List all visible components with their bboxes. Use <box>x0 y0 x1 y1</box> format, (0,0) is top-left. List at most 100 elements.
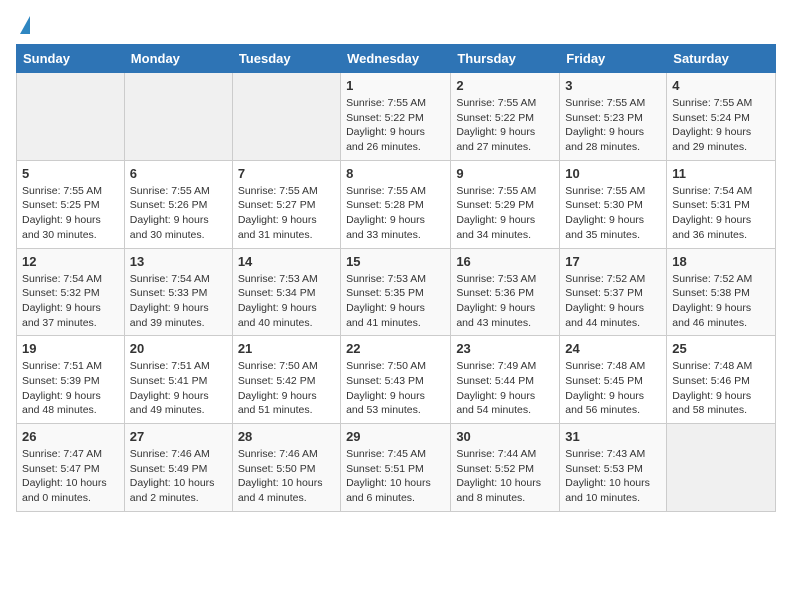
day-number: 19 <box>22 341 119 356</box>
day-number: 6 <box>130 166 227 181</box>
weekday-header-thursday: Thursday <box>451 45 560 73</box>
day-info: Sunrise: 7:55 AM Sunset: 5:23 PM Dayligh… <box>565 96 661 155</box>
calendar-cell: 8 Sunrise: 7:55 AM Sunset: 5:28 PM Daylig… <box>341 160 451 248</box>
day-number: 9 <box>456 166 554 181</box>
day-number: 1 <box>346 78 445 93</box>
calendar-cell: 24Sunrise: 7:48 AM Sunset: 5:45 PM Dayli… <box>560 336 667 424</box>
calendar-cell: 25 Sunrise: 7:48 AM Sunset: 5:46 PM Dayli… <box>667 336 776 424</box>
calendar-cell <box>17 73 125 161</box>
weekday-header-tuesday: Tuesday <box>232 45 340 73</box>
calendar-cell: 2 Sunrise: 7:55 AM Sunset: 5:22 PM Daylig… <box>451 73 560 161</box>
logo <box>16 16 30 34</box>
day-info: Sunrise: 7:55 AM Sunset: 5:25 PM Dayligh… <box>22 184 119 243</box>
weekday-header-wednesday: Wednesday <box>341 45 451 73</box>
calendar-cell: 12 Sunrise: 7:54 AM Sunset: 5:32 PM Dayli… <box>17 248 125 336</box>
day-number: 23 <box>456 341 554 356</box>
calendar-week-row: 5 Sunrise: 7:55 AM Sunset: 5:25 PM Daylig… <box>17 160 776 248</box>
day-info: Sunrise: 7:53 AM Sunset: 5:36 PM Dayligh… <box>456 272 554 331</box>
day-info: Sunrise: 7:48 AM Sunset: 5:46 PM Dayligh… <box>672 359 770 418</box>
day-info: Sunrise: 7:55 AM Sunset: 5:27 PM Dayligh… <box>238 184 335 243</box>
day-number: 17 <box>565 254 661 269</box>
day-info: Sunrise: 7:48 AM Sunset: 5:45 PM Dayligh… <box>565 359 661 418</box>
day-info: Sunrise: 7:52 AM Sunset: 5:37 PM Dayligh… <box>565 272 661 331</box>
day-info: Sunrise: 7:55 AM Sunset: 5:24 PM Dayligh… <box>672 96 770 155</box>
calendar-cell <box>232 73 340 161</box>
calendar-cell <box>124 73 232 161</box>
day-number: 8 <box>346 166 445 181</box>
day-number: 28 <box>238 429 335 444</box>
day-info: Sunrise: 7:53 AM Sunset: 5:34 PM Dayligh… <box>238 272 335 331</box>
calendar-cell: 26Sunrise: 7:47 AM Sunset: 5:47 PM Dayli… <box>17 424 125 512</box>
day-info: Sunrise: 7:54 AM Sunset: 5:32 PM Dayligh… <box>22 272 119 331</box>
calendar-cell: 18 Sunrise: 7:52 AM Sunset: 5:38 PM Dayli… <box>667 248 776 336</box>
day-number: 11 <box>672 166 770 181</box>
calendar-cell: 29 Sunrise: 7:45 AM Sunset: 5:51 PM Dayli… <box>341 424 451 512</box>
day-number: 13 <box>130 254 227 269</box>
day-number: 12 <box>22 254 119 269</box>
day-number: 18 <box>672 254 770 269</box>
day-number: 22 <box>346 341 445 356</box>
calendar-cell: 10Sunrise: 7:55 AM Sunset: 5:30 PM Dayli… <box>560 160 667 248</box>
calendar-cell: 16 Sunrise: 7:53 AM Sunset: 5:36 PM Dayli… <box>451 248 560 336</box>
day-info: Sunrise: 7:55 AM Sunset: 5:29 PM Dayligh… <box>456 184 554 243</box>
calendar-cell: 17 Sunrise: 7:52 AM Sunset: 5:37 PM Dayli… <box>560 248 667 336</box>
calendar-week-row: 12 Sunrise: 7:54 AM Sunset: 5:32 PM Dayli… <box>17 248 776 336</box>
calendar-cell: 9 Sunrise: 7:55 AM Sunset: 5:29 PM Daylig… <box>451 160 560 248</box>
day-info: Sunrise: 7:49 AM Sunset: 5:44 PM Dayligh… <box>456 359 554 418</box>
calendar-cell: 23 Sunrise: 7:49 AM Sunset: 5:44 PM Dayli… <box>451 336 560 424</box>
day-number: 25 <box>672 341 770 356</box>
calendar-cell: 15Sunrise: 7:53 AM Sunset: 5:35 PM Dayli… <box>341 248 451 336</box>
day-number: 27 <box>130 429 227 444</box>
day-info: Sunrise: 7:55 AM Sunset: 5:26 PM Dayligh… <box>130 184 227 243</box>
day-info: Sunrise: 7:54 AM Sunset: 5:33 PM Dayligh… <box>130 272 227 331</box>
day-number: 10 <box>565 166 661 181</box>
day-info: Sunrise: 7:52 AM Sunset: 5:38 PM Dayligh… <box>672 272 770 331</box>
calendar-cell: 14 Sunrise: 7:53 AM Sunset: 5:34 PM Dayli… <box>232 248 340 336</box>
calendar-cell: 1 Sunrise: 7:55 AM Sunset: 5:22 PM Daylig… <box>341 73 451 161</box>
calendar-cell: 11 Sunrise: 7:54 AM Sunset: 5:31 PM Dayli… <box>667 160 776 248</box>
calendar-cell: 28 Sunrise: 7:46 AM Sunset: 5:50 PM Dayli… <box>232 424 340 512</box>
day-info: Sunrise: 7:55 AM Sunset: 5:22 PM Dayligh… <box>346 96 445 155</box>
day-info: Sunrise: 7:45 AM Sunset: 5:51 PM Dayligh… <box>346 447 445 506</box>
weekday-header-saturday: Saturday <box>667 45 776 73</box>
day-info: Sunrise: 7:44 AM Sunset: 5:52 PM Dayligh… <box>456 447 554 506</box>
weekday-header-sunday: Sunday <box>17 45 125 73</box>
calendar-table: SundayMondayTuesdayWednesdayThursdayFrid… <box>16 44 776 512</box>
day-info: Sunrise: 7:55 AM Sunset: 5:28 PM Dayligh… <box>346 184 445 243</box>
calendar-cell: 3Sunrise: 7:55 AM Sunset: 5:23 PM Daylig… <box>560 73 667 161</box>
calendar-cell: 19 Sunrise: 7:51 AM Sunset: 5:39 PM Dayli… <box>17 336 125 424</box>
day-number: 21 <box>238 341 335 356</box>
day-number: 4 <box>672 78 770 93</box>
day-info: Sunrise: 7:55 AM Sunset: 5:22 PM Dayligh… <box>456 96 554 155</box>
calendar-header-row: SundayMondayTuesdayWednesdayThursdayFrid… <box>17 45 776 73</box>
day-number: 14 <box>238 254 335 269</box>
calendar-week-row: 26Sunrise: 7:47 AM Sunset: 5:47 PM Dayli… <box>17 424 776 512</box>
day-info: Sunrise: 7:51 AM Sunset: 5:39 PM Dayligh… <box>22 359 119 418</box>
page-header <box>16 16 776 34</box>
day-number: 2 <box>456 78 554 93</box>
day-info: Sunrise: 7:53 AM Sunset: 5:35 PM Dayligh… <box>346 272 445 331</box>
day-info: Sunrise: 7:54 AM Sunset: 5:31 PM Dayligh… <box>672 184 770 243</box>
day-number: 20 <box>130 341 227 356</box>
day-info: Sunrise: 7:47 AM Sunset: 5:47 PM Dayligh… <box>22 447 119 506</box>
day-info: Sunrise: 7:46 AM Sunset: 5:49 PM Dayligh… <box>130 447 227 506</box>
day-number: 7 <box>238 166 335 181</box>
day-info: Sunrise: 7:50 AM Sunset: 5:43 PM Dayligh… <box>346 359 445 418</box>
day-info: Sunrise: 7:50 AM Sunset: 5:42 PM Dayligh… <box>238 359 335 418</box>
calendar-cell: 13 Sunrise: 7:54 AM Sunset: 5:33 PM Dayli… <box>124 248 232 336</box>
calendar-cell: 22 Sunrise: 7:50 AM Sunset: 5:43 PM Dayli… <box>341 336 451 424</box>
day-info: Sunrise: 7:51 AM Sunset: 5:41 PM Dayligh… <box>130 359 227 418</box>
day-info: Sunrise: 7:43 AM Sunset: 5:53 PM Dayligh… <box>565 447 661 506</box>
day-number: 31 <box>565 429 661 444</box>
calendar-cell <box>667 424 776 512</box>
calendar-cell: 27 Sunrise: 7:46 AM Sunset: 5:49 PM Dayli… <box>124 424 232 512</box>
day-number: 29 <box>346 429 445 444</box>
calendar-cell: 5 Sunrise: 7:55 AM Sunset: 5:25 PM Daylig… <box>17 160 125 248</box>
calendar-week-row: 1 Sunrise: 7:55 AM Sunset: 5:22 PM Daylig… <box>17 73 776 161</box>
calendar-cell: 21 Sunrise: 7:50 AM Sunset: 5:42 PM Dayli… <box>232 336 340 424</box>
day-info: Sunrise: 7:46 AM Sunset: 5:50 PM Dayligh… <box>238 447 335 506</box>
calendar-week-row: 19 Sunrise: 7:51 AM Sunset: 5:39 PM Dayli… <box>17 336 776 424</box>
day-number: 5 <box>22 166 119 181</box>
calendar-cell: 4 Sunrise: 7:55 AM Sunset: 5:24 PM Daylig… <box>667 73 776 161</box>
day-number: 16 <box>456 254 554 269</box>
